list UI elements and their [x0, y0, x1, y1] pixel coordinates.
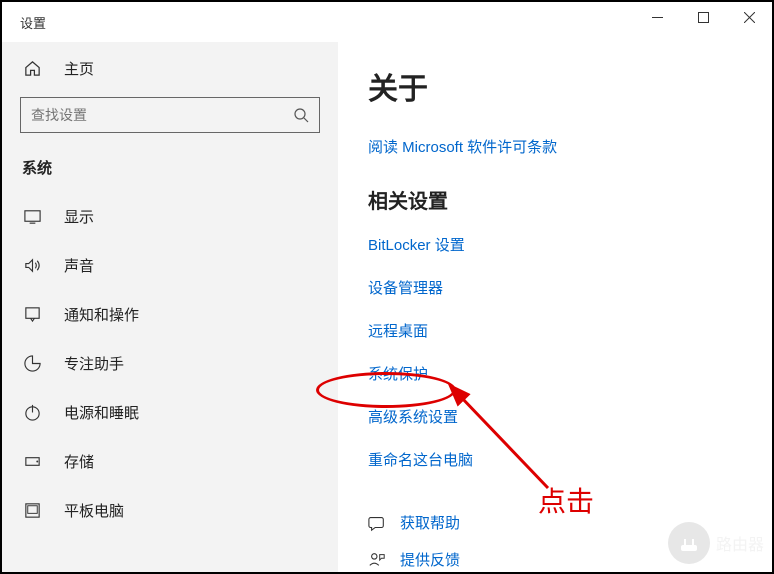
sidebar-item-label: 存储 [64, 451, 94, 472]
sidebar-item-focus[interactable]: 专注助手 [2, 339, 338, 388]
link-remote-desktop[interactable]: 远程桌面 [368, 320, 772, 341]
annotation-arrow [448, 378, 568, 498]
help-icon [368, 514, 386, 532]
sidebar-item-label: 声音 [64, 255, 94, 276]
home-icon [22, 59, 42, 79]
link-system-protection[interactable]: 系统保护 [368, 363, 772, 384]
sidebar-item-label: 显示 [64, 206, 94, 227]
search-icon [293, 107, 309, 123]
minimize-button[interactable] [634, 2, 680, 32]
main-panel: 关于 阅读 Microsoft 软件许可条款 相关设置 BitLocker 设置… [338, 42, 772, 572]
sidebar-item-tablet[interactable]: 平板电脑 [2, 486, 338, 535]
give-feedback-link[interactable]: 提供反馈 [368, 549, 772, 570]
search-box[interactable] [20, 97, 320, 133]
sidebar-item-notifications[interactable]: 通知和操作 [2, 290, 338, 339]
sidebar-item-storage[interactable]: 存储 [2, 437, 338, 486]
content-area: 主页 系统 显示 声 [2, 42, 772, 572]
link-device-manager[interactable]: 设备管理器 [368, 277, 772, 298]
focus-icon [22, 354, 42, 374]
tablet-icon [22, 501, 42, 521]
link-license[interactable]: 阅读 Microsoft 软件许可条款 [368, 136, 772, 157]
settings-window: 设置 主页 [0, 0, 774, 574]
sidebar-item-sound[interactable]: 声音 [2, 241, 338, 290]
feedback-label: 提供反馈 [400, 549, 460, 570]
sidebar-item-label: 专注助手 [64, 353, 124, 374]
display-icon [22, 207, 42, 227]
power-icon [22, 403, 42, 423]
home-nav[interactable]: 主页 [2, 48, 338, 93]
sidebar-item-label: 通知和操作 [64, 304, 139, 325]
sidebar-item-label: 电源和睡眠 [64, 402, 139, 423]
window-title: 设置 [20, 13, 46, 32]
search-wrap [20, 97, 320, 133]
link-advanced-system-settings[interactable]: 高级系统设置 [368, 406, 772, 427]
feedback-icon [368, 551, 386, 569]
storage-icon [22, 452, 42, 472]
window-controls [634, 2, 772, 32]
link-bitlocker[interactable]: BitLocker 设置 [368, 234, 772, 255]
page-title: 关于 [368, 64, 772, 108]
sidebar-item-display[interactable]: 显示 [2, 192, 338, 241]
maximize-button[interactable] [680, 2, 726, 32]
sidebar-item-power[interactable]: 电源和睡眠 [2, 388, 338, 437]
home-label: 主页 [64, 58, 94, 79]
help-label: 获取帮助 [400, 512, 460, 533]
sidebar: 主页 系统 显示 声 [2, 42, 338, 572]
sound-icon [22, 256, 42, 276]
close-button[interactable] [726, 2, 772, 32]
link-rename-pc[interactable]: 重命名这台电脑 [368, 449, 772, 470]
notification-icon [22, 305, 42, 325]
sidebar-item-label: 平板电脑 [64, 500, 124, 521]
get-help-link[interactable]: 获取帮助 [368, 512, 772, 533]
search-input[interactable] [31, 107, 293, 123]
related-settings-title: 相关设置 [368, 185, 772, 214]
sidebar-section-title: 系统 [2, 147, 338, 192]
